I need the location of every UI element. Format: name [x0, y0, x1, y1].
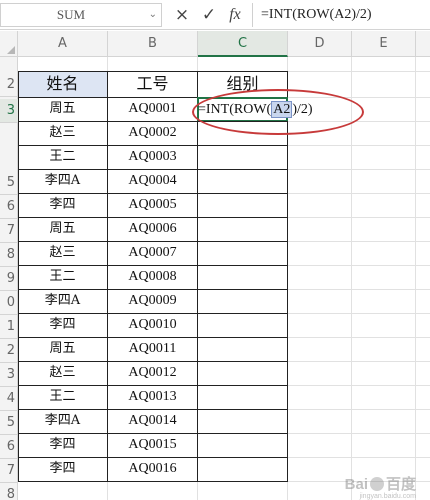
cell-name[interactable]: 周五 [18, 337, 107, 361]
table-border-line [18, 361, 288, 362]
cell-id[interactable]: AQ0012 [108, 361, 197, 385]
cell-name[interactable]: 王二 [18, 145, 107, 169]
table-border-line [18, 265, 288, 266]
chevron-down-icon[interactable]: ⌄ [149, 4, 157, 26]
name-box-value: SUM [56, 7, 86, 22]
row-header[interactable]: 2 [0, 339, 18, 363]
cell-name[interactable]: 李四 [18, 433, 107, 457]
column-header-bar: A B C D E [0, 31, 430, 57]
table-border-line [18, 409, 288, 410]
cell-id[interactable]: AQ0001 [108, 97, 197, 121]
row-header[interactable]: 0 [0, 291, 18, 315]
row-header[interactable]: 3 [0, 363, 18, 387]
table-border-line [18, 481, 288, 482]
table-border-line [18, 433, 288, 434]
cell-name[interactable]: 周五 [18, 97, 107, 121]
table-border-line [18, 313, 288, 314]
cell-id[interactable]: AQ0006 [108, 217, 197, 241]
row-header[interactable]: 1 [0, 315, 18, 339]
row-header[interactable]: 9 [0, 267, 18, 291]
table-border-line [18, 457, 288, 458]
select-all-icon [7, 46, 15, 54]
table-border-line [18, 385, 288, 386]
name-box[interactable]: SUM ⌄ [0, 3, 162, 27]
formula-bar: SUM ⌄ × ✓ fx =INT(ROW(A2)/2) [0, 0, 430, 30]
row-header[interactable]: 5 [0, 411, 18, 435]
table-border-line [197, 71, 198, 482]
cell-id[interactable]: AQ0013 [108, 385, 197, 409]
cell-name[interactable]: 李四 [18, 193, 107, 217]
row-header[interactable]: 7 [0, 459, 18, 483]
table-border-line [18, 337, 288, 338]
row-header[interactable]: 8 [0, 483, 18, 500]
cell-id[interactable]: AQ0007 [108, 241, 197, 265]
row-header[interactable]: 8 [0, 243, 18, 267]
table-border-line [18, 217, 288, 218]
table-border-line [18, 241, 288, 242]
annotation-ellipse [192, 89, 364, 135]
watermark-text-2: 百度 [385, 476, 416, 493]
cell-name[interactable]: 赵三 [18, 361, 107, 385]
row-header[interactable]: 4 [0, 387, 18, 411]
cell-name[interactable]: 李四A [18, 409, 107, 433]
column-header-e[interactable]: E [352, 31, 416, 57]
cell-name[interactable]: 李四A [18, 169, 107, 193]
header-id[interactable]: 工号 [108, 71, 197, 97]
table-border-line [18, 145, 288, 146]
watermark-url: jingyan.baidu.com [359, 493, 416, 500]
cell-id[interactable]: AQ0010 [108, 313, 197, 337]
row-header-bar: 2 3 5 6 7 8 9 0 1 2 3 4 5 6 7 8 [0, 57, 18, 500]
cell-id[interactable]: AQ0015 [108, 433, 197, 457]
table-border-line [18, 289, 288, 290]
cell-name[interactable]: 赵三 [18, 241, 107, 265]
cell-id[interactable]: AQ0009 [108, 289, 197, 313]
cell-id[interactable]: AQ0005 [108, 193, 197, 217]
cell-id[interactable]: AQ0003 [108, 145, 197, 169]
cell-id[interactable]: AQ0016 [108, 457, 197, 481]
row-header[interactable]: 5 [0, 171, 18, 195]
formula-text: =INT(ROW(A2)/2) [261, 7, 372, 22]
cell-name[interactable]: 李四 [18, 313, 107, 337]
cell-name[interactable]: 李四 [18, 457, 107, 481]
cell-id[interactable]: AQ0004 [108, 169, 197, 193]
cell-id[interactable]: AQ0008 [108, 265, 197, 289]
cell-name[interactable]: 赵三 [18, 121, 107, 145]
column-header-d[interactable]: D [288, 31, 352, 57]
row-header[interactable]: 2 [0, 73, 18, 97]
row-header[interactable]: 6 [0, 435, 18, 459]
watermark-text: Bai [344, 476, 368, 493]
watermark-logo: Bai 百度 [345, 473, 416, 494]
cell-name[interactable]: 周五 [18, 217, 107, 241]
cell-name[interactable]: 李四A [18, 289, 107, 313]
cancel-icon[interactable]: × [172, 3, 192, 27]
cell-name[interactable]: 王二 [18, 265, 107, 289]
row-header[interactable]: 6 [0, 195, 18, 219]
cell-id[interactable]: AQ0011 [108, 337, 197, 361]
select-all-corner[interactable] [0, 31, 18, 57]
column-header-b[interactable]: B [108, 31, 198, 57]
table-border-line [18, 193, 288, 194]
column-header-a[interactable]: A [18, 31, 108, 57]
cell-id[interactable]: AQ0014 [108, 409, 197, 433]
formula-input[interactable]: =INT(ROW(A2)/2) [252, 3, 430, 27]
header-name[interactable]: 姓名 [18, 71, 107, 97]
column-header-c[interactable]: C [198, 31, 288, 57]
paw-icon [369, 477, 384, 491]
cell-name[interactable]: 王二 [18, 385, 107, 409]
insert-function-icon[interactable]: fx [223, 3, 247, 27]
row-header-active[interactable]: 3 [0, 99, 18, 123]
cell-grid[interactable]: 姓名 工号 组别 周五 AQ0001 赵三 AQ0002 王二 AQ0003 李四A AQ00… [18, 57, 430, 500]
confirm-icon[interactable]: ✓ [199, 3, 219, 27]
table-border-line [18, 169, 288, 170]
cell-id[interactable]: AQ0002 [108, 121, 197, 145]
row-header[interactable]: 7 [0, 219, 18, 243]
